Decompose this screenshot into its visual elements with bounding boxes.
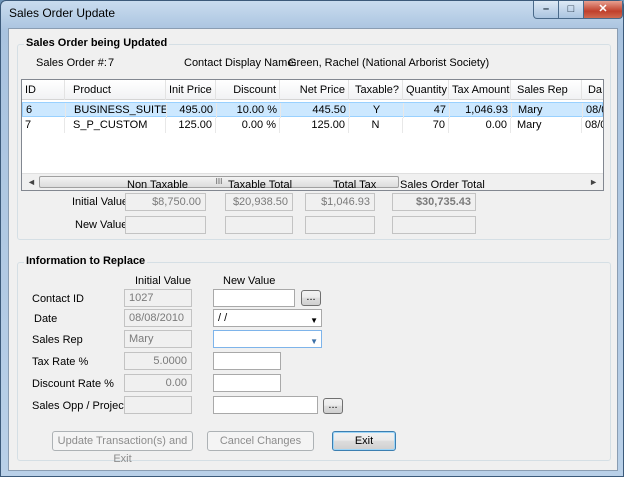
sales-rep-label: Sales Rep (32, 334, 83, 346)
minimize-icon: – (542, 3, 550, 15)
sales-rep-initial-field: Mary (124, 330, 192, 348)
cell-tax-amount: 1,046.93 (450, 103, 512, 118)
initial-total-tax-field: $1,046.93 (305, 193, 375, 211)
cell-discount: 10.00 % (217, 103, 281, 118)
new-non-taxable-field (125, 216, 206, 234)
close-icon: ✕ (598, 3, 608, 15)
minimize-button[interactable]: – (533, 1, 559, 19)
initial-value-column-header: Initial Value (135, 275, 192, 287)
contact-id-new-field[interactable] (213, 289, 295, 307)
window-title: Sales Order Update (9, 6, 116, 20)
cell-taxable: N (349, 118, 403, 133)
col-header-discount[interactable]: Discount (216, 80, 280, 100)
contact-browse-button[interactable]: ... (301, 290, 321, 306)
sales-order-update-window: Sales Order Update – □ ✕ Sales Order bei… (0, 0, 624, 477)
maximize-icon: □ (567, 3, 575, 15)
col-header-net-price[interactable]: Net Price (280, 80, 349, 100)
scroll-left-icon[interactable]: ◄ (27, 177, 36, 187)
col-header-product[interactable]: Product (65, 80, 166, 100)
col-header-taxable[interactable]: Taxable? (349, 80, 403, 100)
cancel-changes-button[interactable]: Cancel Changes (207, 431, 314, 451)
tax-rate-initial-field: 5.0000 (124, 352, 192, 370)
cell-taxable: Y (350, 103, 404, 118)
sales-order-total-header: Sales Order Total (400, 179, 485, 191)
new-value-column-header: New Value (223, 275, 276, 287)
sales-opp-browse-button[interactable]: ... (323, 398, 343, 414)
initial-value-label: Initial Value (72, 196, 129, 208)
taxable-total-header: Taxable Total (228, 179, 293, 191)
cell-sales-rep: Mary (512, 103, 583, 118)
sales-opp-project-label: Sales Opp / Project (32, 400, 127, 412)
replace-group-title: Information to Replace (24, 255, 148, 267)
col-header-quantity[interactable]: Quantity (403, 80, 449, 100)
date-label: Date (34, 313, 58, 325)
sales-opp-initial-field (124, 396, 192, 414)
sales-rep-dropdown[interactable]: ▼ (213, 330, 322, 348)
date-picker[interactable]: / / ▼ (213, 309, 322, 327)
new-total-tax-field (305, 216, 375, 234)
new-value-label: New Value (75, 219, 128, 231)
maximize-button[interactable]: □ (558, 1, 584, 19)
grid-header: ID Product Init Price Discount Net Price… (22, 80, 603, 100)
cell-date: 08/0 (583, 103, 603, 118)
table-row[interactable]: 7 S_P_CUSTOM 125.00 0.00 % 125.00 N 70 0… (22, 118, 603, 133)
new-sales-order-total-field (392, 216, 476, 234)
new-taxable-total-field (225, 216, 293, 234)
cell-product: BUSINESS_SUITE (66, 103, 167, 118)
client-area: Sales Order being Updated Sales Order #:… (8, 28, 618, 471)
grip-icon: III (215, 177, 223, 186)
cell-quantity: 70 (403, 118, 449, 133)
contact-id-label: Contact ID (32, 293, 84, 305)
exit-button[interactable]: Exit (332, 431, 396, 451)
horizontal-scrollbar[interactable]: ◄ III ► (22, 173, 603, 190)
discount-rate-new-field[interactable] (213, 374, 281, 392)
initial-non-taxable-field: $8,750.00 (125, 193, 206, 211)
col-header-sales-rep[interactable]: Sales Rep (511, 80, 582, 100)
order-group-title: Sales Order being Updated (24, 37, 170, 49)
tax-rate-label: Tax Rate % (32, 356, 89, 368)
total-tax-header: Total Tax (333, 179, 377, 191)
col-header-date[interactable]: Da (582, 80, 603, 100)
col-header-init-price[interactable]: Init Price (166, 80, 216, 100)
cell-date: 08/0 (582, 118, 603, 133)
sales-opp-new-field[interactable] (213, 396, 318, 414)
col-header-tax-amount[interactable]: Tax Amount (449, 80, 511, 100)
initial-taxable-total-field: $20,938.50 (225, 193, 293, 211)
order-number-value: 7 (108, 57, 115, 69)
table-row[interactable]: 6 BUSINESS_SUITE 495.00 10.00 % 445.50 Y… (22, 102, 603, 118)
cell-discount: 0.00 % (216, 118, 280, 133)
non-taxable-header: Non Taxable (127, 179, 188, 191)
cell-init-price: 495.00 (167, 103, 217, 118)
discount-rate-initial-field: 0.00 (124, 374, 192, 392)
date-initial-field: 08/08/2010 (124, 309, 192, 327)
discount-rate-label: Discount Rate % (32, 378, 114, 390)
cell-product: S_P_CUSTOM (65, 118, 166, 133)
tax-rate-new-field[interactable] (213, 352, 281, 370)
contact-id-initial-field: 1027 (124, 289, 192, 307)
cell-net-price: 125.00 (280, 118, 349, 133)
order-number-label: Sales Order #: (36, 57, 107, 69)
cell-id: 6 (23, 103, 66, 118)
scroll-right-icon[interactable]: ► (589, 177, 598, 187)
cell-net-price: 445.50 (281, 103, 350, 118)
cell-init-price: 125.00 (166, 118, 216, 133)
contact-display-name-value: Green, Rachel (National Arborist Society… (288, 57, 490, 69)
cell-sales-rep: Mary (511, 118, 582, 133)
chevron-down-icon[interactable]: ▼ (310, 334, 318, 347)
col-header-id[interactable]: ID (22, 80, 65, 100)
line-items-grid[interactable]: ID Product Init Price Discount Net Price… (21, 79, 604, 191)
update-and-exit-button[interactable]: Update Transaction(s) and Exit (52, 431, 193, 465)
cell-tax-amount: 0.00 (449, 118, 511, 133)
initial-sales-order-total-field: $30,735.43 (392, 193, 476, 211)
close-button[interactable]: ✕ (583, 1, 623, 19)
cell-id: 7 (22, 118, 65, 133)
cell-quantity: 47 (404, 103, 450, 118)
date-new-value: / / (218, 312, 228, 324)
chevron-down-icon[interactable]: ▼ (310, 313, 318, 326)
contact-display-name-label: Contact Display Name: (184, 57, 297, 69)
